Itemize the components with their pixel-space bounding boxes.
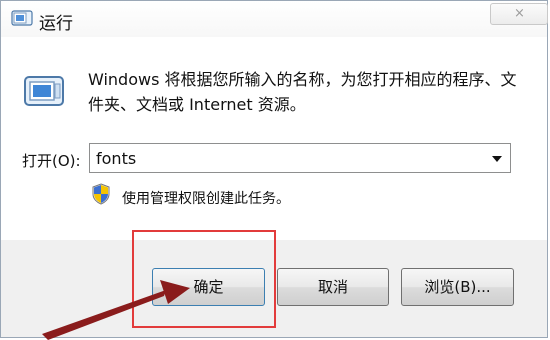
- window-title: 运行: [39, 14, 73, 34]
- open-label: 打开(O):: [22, 152, 81, 170]
- title-bar: 运行 ×: [1, 1, 548, 37]
- highlight-box: [132, 230, 276, 328]
- admin-note: 使用管理权限创建此任务。: [122, 191, 290, 207]
- chevron-down-icon[interactable]: [492, 156, 502, 162]
- open-combobox[interactable]: fonts: [89, 143, 511, 173]
- browse-button[interactable]: 浏览(B)...: [401, 268, 514, 306]
- close-button[interactable]: ×: [490, 3, 548, 25]
- open-input[interactable]: fonts: [96, 149, 136, 168]
- cancel-button[interactable]: 取消: [277, 268, 389, 306]
- run-icon: [11, 10, 33, 26]
- close-icon: ×: [514, 6, 525, 21]
- description-text: Windows 将根据您所输入的名称，为您打开相应的程序、文件夹、文档或 Int…: [88, 70, 517, 114]
- uac-shield-icon: [92, 183, 110, 205]
- run-icon: [24, 76, 64, 106]
